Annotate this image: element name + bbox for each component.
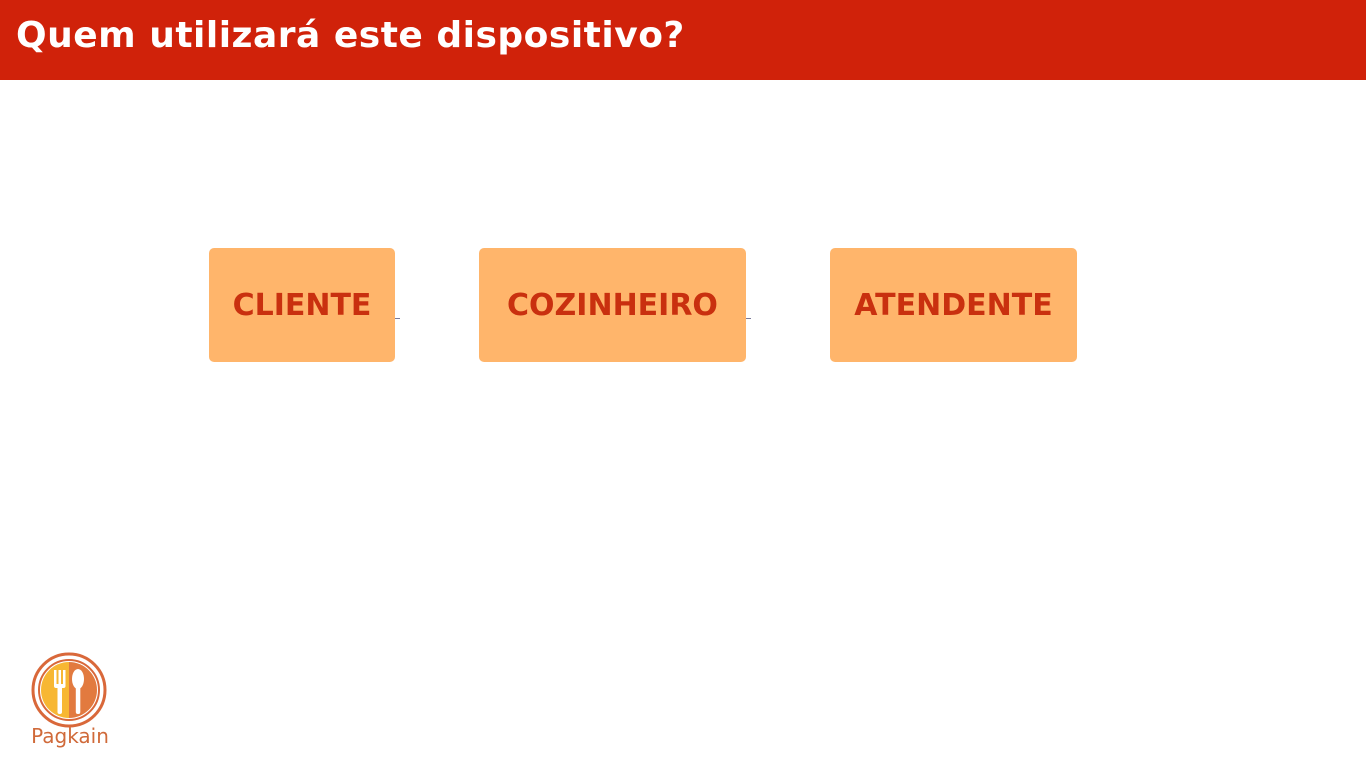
cozinheiro-button[interactable]: COZINHEIRO — [479, 248, 746, 362]
pagkain-logo: Pagkain — [18, 648, 122, 752]
fork-spoon-icon — [31, 652, 107, 728]
cliente-button[interactable]: CLIENTE — [209, 248, 395, 362]
page-title: Quem utilizará este dispositivo? — [16, 15, 685, 56]
top-header: Quem utilizará este dispositivo? — [0, 0, 1366, 80]
divider — [395, 318, 400, 319]
divider — [746, 318, 751, 319]
brand-name: Pagkain — [31, 724, 109, 748]
atendente-button[interactable]: ATENDENTE — [830, 248, 1077, 362]
